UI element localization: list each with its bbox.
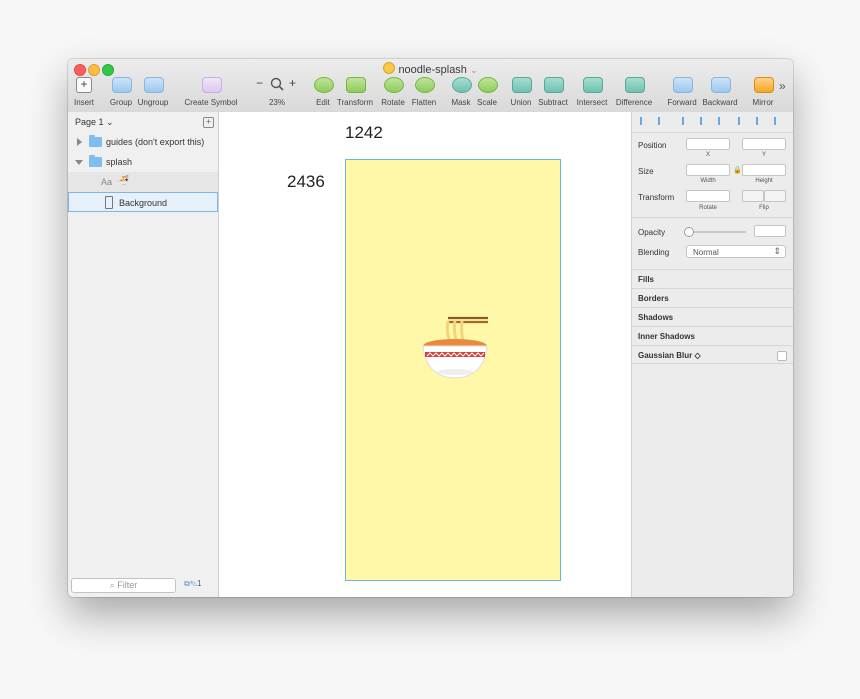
canvas[interactable]: 1242 2436 [219,112,631,597]
align-center-icon[interactable] [700,117,708,125]
noodle-bowl-image[interactable] [420,315,490,380]
backward-icon [711,77,731,93]
height-field[interactable] [742,164,786,176]
align-right-icon[interactable] [718,117,726,125]
shadows-section[interactable]: Shadows [632,307,793,326]
plus-icon: + [76,77,92,93]
splash-artboard[interactable] [345,159,561,581]
document-title[interactable]: noodle-splash ⌄ [68,62,793,76]
layer-splash[interactable]: splash [68,152,218,172]
position-y-field[interactable] [742,138,786,150]
difference-button[interactable]: Difference [616,77,652,109]
flip-horizontal-button[interactable] [742,190,764,202]
transform-icon [346,77,366,93]
opacity-field[interactable] [754,225,786,237]
disclosure-triangle-icon[interactable] [77,138,82,146]
flip-vertical-button[interactable] [764,190,786,202]
alignment-toolbar [632,112,793,133]
mask-icon [452,77,472,93]
align-top-icon[interactable] [738,117,746,125]
edit-icon [314,77,334,93]
group-icon [112,77,132,93]
rotate-field[interactable] [686,190,730,202]
chevron-down-icon: ⌄ [470,65,478,75]
symbol-icon [202,77,222,93]
rectangle-layer-icon [105,196,113,209]
artboard-width-label: 1242 [345,123,383,142]
align-middle-icon[interactable] [756,117,764,125]
sketch-document-icon [383,62,396,74]
mirror-icon [754,77,774,93]
intersect-icon [583,77,603,93]
folder-icon [89,135,102,147]
inner-shadows-section[interactable]: Inner Shadows [632,326,793,345]
rotate-icon [384,77,404,93]
zoom-control[interactable]: − + 23% [256,76,296,109]
distribute-vertical-icon[interactable] [658,117,666,125]
align-left-icon[interactable] [682,117,690,125]
blending-select[interactable]: Normal ⇕ [686,245,786,258]
opacity-slider-knob[interactable] [684,227,694,237]
backward-button[interactable]: Backward [702,77,738,109]
intersect-button[interactable]: Intersect [577,77,607,109]
zoom-in-icon[interactable]: + [289,76,296,90]
forward-button[interactable]: Forward [667,77,697,109]
gaussian-blur-section[interactable]: Gaussian Blur ◇ [632,345,793,364]
disclosure-triangle-icon[interactable] [75,160,83,165]
difference-icon [625,77,645,93]
position-x-field[interactable] [686,138,730,150]
toolbar-overflow-button[interactable]: » [779,79,786,93]
ungroup-button[interactable]: Ungroup [138,77,168,109]
pen-icon: ✎ [189,579,198,588]
layer-text[interactable]: Aa 🍜 [68,172,218,192]
layer-guides[interactable]: guides (don't export this) [68,132,218,152]
lock-icon[interactable]: 🔒 [733,166,742,174]
width-field[interactable] [686,164,730,176]
layer-filter-input[interactable]: ⌕ Filter [71,578,176,593]
scale-icon [478,77,498,93]
align-bottom-icon[interactable] [774,117,782,125]
add-page-icon[interactable]: + [203,117,214,128]
artboard-folder-icon [89,155,102,167]
subtract-button[interactable]: Subtract [538,77,568,109]
page-selector[interactable]: Page 1 ⌄ [75,117,114,128]
gaussian-blur-checkbox[interactable] [777,351,787,361]
borders-section[interactable]: Borders [632,288,793,307]
layer-background[interactable]: Background [68,192,218,212]
chevron-updown-icon: ⇕ [773,246,781,256]
opacity-slider-track[interactable] [686,231,746,233]
ungroup-icon [144,77,164,93]
transform-button[interactable]: Transform [337,77,373,109]
app-window: noodle-splash ⌄ + Insert Group Ungroup C… [68,59,793,597]
mirror-button[interactable]: Mirror [753,77,774,109]
magnifier-icon [270,77,284,91]
selection-count[interactable]: ⧉✎1 [184,579,201,589]
noodle-emoji-icon: 🍜 [118,175,130,185]
union-icon [512,77,532,93]
forward-icon [673,77,693,93]
zoom-out-icon[interactable]: − [256,76,263,90]
subtract-icon [544,77,564,93]
layers-sidebar: Page 1 ⌄ + guides (don't export this) sp… [68,112,219,597]
inspector-panel: Position X Y Size 🔒 Width Height Transfo… [631,112,793,597]
fills-section[interactable]: Fills [632,269,793,288]
toolbar: noodle-splash ⌄ + Insert Group Ungroup C… [68,59,793,113]
text-layer-icon: Aa [101,177,113,187]
flatten-icon [415,77,435,93]
distribute-horizontal-icon[interactable] [640,117,648,125]
search-icon: ⌕ [109,580,115,590]
insert-button[interactable]: + Insert [74,77,94,109]
create-symbol-button[interactable]: Create Symbol [185,77,237,109]
divider [632,217,793,218]
flatten-button[interactable]: Flatten [412,77,436,109]
artboard-height-label: 2436 [287,172,325,191]
